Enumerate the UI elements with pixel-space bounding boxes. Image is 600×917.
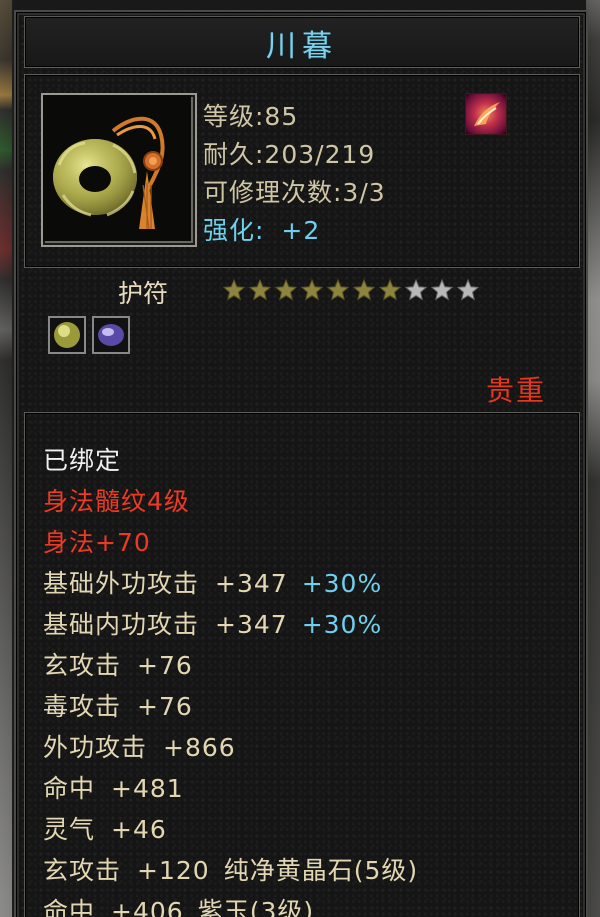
star-empty-icon [456,278,480,301]
attribute-value: +406 [111,897,184,917]
attribute-name: 命中 [43,774,96,803]
item-level: 等级:85 [203,102,299,131]
item-strengthen: 强化: +2 [203,211,320,247]
tooltip-title-bar: 川暮 [24,16,580,68]
item-name: 川暮 [266,29,338,64]
attribute-name: 灵气 [43,815,96,844]
attribute-row: 命中 +406 紫玉(3级) [43,892,314,917]
attribute-row: 灵气 +46 [43,810,167,846]
attribute-row: 外功攻击 +866 [43,728,236,764]
attribute-row: 毒攻击 +76 [43,687,193,723]
strengthen-label: 强化: [203,216,265,245]
attribute-text: 已绑定 [43,446,122,475]
attribute-row: 身法髓纹4级 [43,482,190,518]
attribute-percent: +30% [301,569,383,598]
star-filled-icon [352,278,376,301]
attribute-list: 已绑定身法髓纹4级 身法+70 基础外功攻击 +347 +30% 基础内功攻击 +347 +3… [24,412,580,917]
attribute-name: 命中 [43,897,96,917]
attribute-row: 已绑定 [43,441,121,477]
attribute-value: +76 [137,692,193,721]
attribute-name: 基础内功攻击 [43,610,200,639]
attribute-row: 基础内功攻击 +347 +30% [43,605,382,641]
background-edge-right [586,0,600,917]
attribute-row: 玄攻击 +120 纯净黄晶石(5级) [43,851,418,887]
attribute-name: 玄攻击 [43,856,122,885]
star-filled-icon [274,278,298,301]
rarity-label: 贵重 [485,374,546,407]
attribute-value: +481 [111,774,184,803]
attribute-source: 紫玉(3级) [197,897,315,917]
star-filled-icon [300,278,324,301]
attribute-row: 身法+70 [43,523,151,559]
attribute-row: 玄攻击 +76 [43,646,193,682]
item-info-box: 等级:85 耐久:203/219 可修理次数:3/3 强化: +2 [24,74,580,268]
phoenix-feather-icon [465,93,507,135]
star-empty-icon [404,278,428,301]
attribute-name: 外功攻击 [43,733,148,762]
attribute-name: 基础外功攻击 [43,569,200,598]
attribute-text: 身法+70 [43,528,151,557]
attribute-value: +46 [111,815,167,844]
background-edge-left [0,0,12,917]
item-tooltip: 川暮 等级:85 耐久:203/219 可修理次数:3/3 强化: +2 护符 … [14,10,588,917]
attribute-name: 毒攻击 [43,692,122,721]
attribute-name: 玄攻击 [43,651,122,680]
game-screen: 川暮 等级:85 耐久:203/219 可修理次数:3/3 强化: +2 护符 … [0,0,600,917]
attribute-row: 命中 +481 [43,769,184,805]
star-empty-icon [430,278,454,301]
attribute-percent: +30% [301,610,383,639]
star-filled-icon [248,278,272,301]
attribute-value: +866 [163,733,236,762]
star-filled-icon [326,278,350,301]
attribute-source: 纯净黄晶石(5级) [223,856,419,885]
item-type: 护符 [118,279,169,308]
attribute-row: 基础外功攻击 +347 +30% [43,564,382,600]
item-repair-count: 可修理次数:3/3 [203,178,386,207]
attribute-value: +347 [215,610,288,639]
star-filled-icon [222,278,246,301]
yellow-gem-icon [48,316,86,354]
purple-gem-icon [92,316,130,354]
item-durability: 耐久:203/219 [203,140,376,169]
attribute-value: +76 [137,651,193,680]
attribute-value: +347 [215,569,288,598]
star-filled-icon [378,278,402,301]
star-rating [222,278,480,302]
attribute-value: +120 [137,856,210,885]
attribute-text: 身法髓纹4级 [43,487,190,516]
jade-amulet-icon [41,93,197,247]
strengthen-value: +2 [281,216,321,245]
